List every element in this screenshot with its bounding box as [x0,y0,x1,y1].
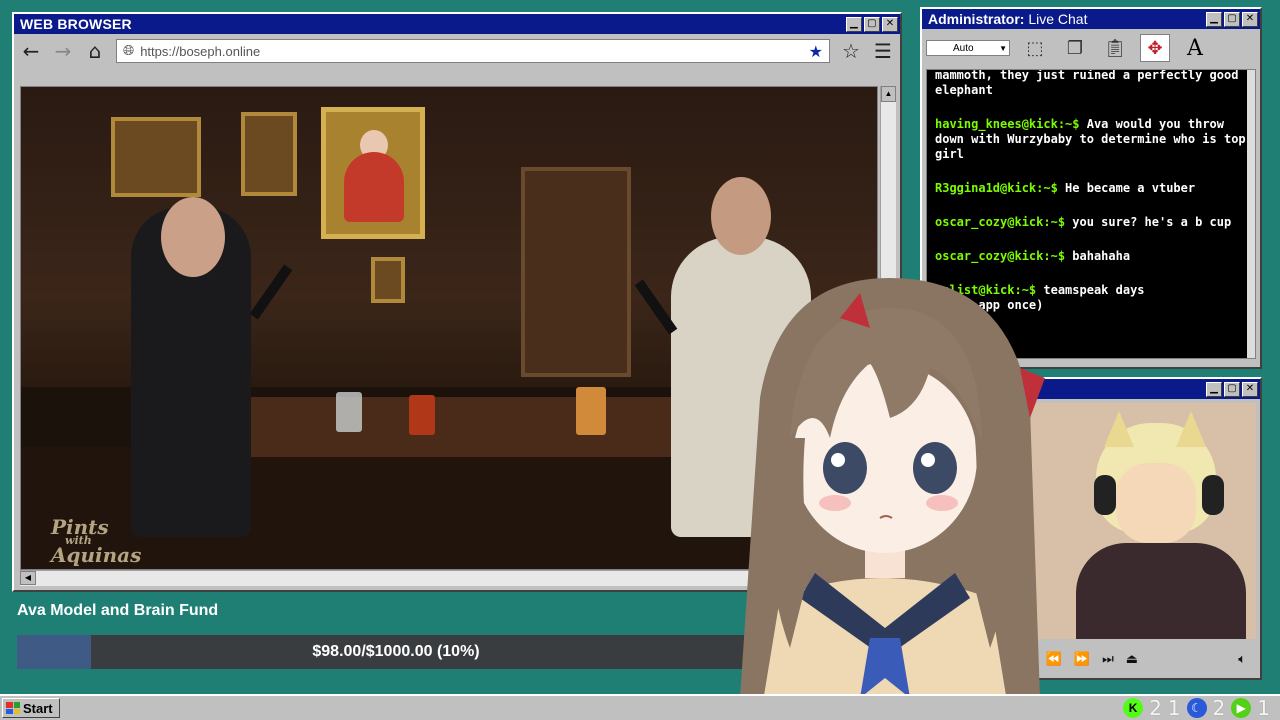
scroll-left-icon[interactable]: ◀ [20,571,36,585]
glass [336,392,362,432]
chat-username[interactable]: R3ggina1d@kick:~$ [935,181,1058,195]
painting-frame [241,112,297,196]
back-arrow-icon[interactable]: ← [20,39,42,63]
chat-toolbar: Auto ▼ ⬚ ❐ 📋︎ ✥ A [922,29,1260,67]
chat-message: oscar_cozy@kick:~$ bahahaha [935,249,1247,264]
anime-girl-avatar [740,278,1045,720]
address-bar[interactable]: 🌐︎ https://boseph.online ★ [116,39,830,63]
system-tray: K 2 1 ☾ 2 ▶ 1 [1123,696,1270,720]
tray-count-play: 1 [1257,696,1270,720]
portrait-painting [321,107,425,239]
navigation-bar: ← → ⌂ 🌐︎ https://boseph.online ★ ☆ ☰ [14,34,900,68]
painting-frame [111,117,201,197]
chat-username[interactable]: having_knees@kick:~$ [935,117,1080,131]
show-watermark: Pints with Aquinas [51,515,142,567]
copy-icon[interactable]: ❐ [1060,34,1090,62]
maximize-button[interactable]: ▢ [864,16,880,32]
maximize-button[interactable]: ▢ [1224,381,1240,397]
table [191,397,751,457]
chat-message: oscar_cozy@kick:~$ you sure? he's a b cu… [935,215,1247,230]
maximize-button[interactable]: ▢ [1224,11,1240,27]
bookmark-star-icon[interactable]: ★ [809,42,823,61]
minimize-button[interactable]: ▁ [1206,381,1222,397]
fast-forward-icon[interactable]: ⏩ [1074,652,1090,667]
start-label: Start [23,700,53,716]
skip-forward-icon[interactable]: ⏭ [1102,652,1114,667]
fund-title: Ava Model and Brain Fund [17,602,219,619]
star-outline-icon[interactable]: ☆ [840,39,862,63]
chat-message: having_knees@kick:~$ Ava would you throw… [935,117,1247,162]
minimize-button[interactable]: ▁ [1206,11,1222,27]
move-icon[interactable]: ✥ [1140,34,1170,62]
url-text[interactable]: https://boseph.online [140,44,802,59]
hamburger-menu-icon[interactable]: ☰ [872,39,894,63]
chat-message: mammoth, they just ruined a perfectly go… [935,69,1247,98]
chat-message-text: mammoth, they just ruined a perfectly go… [935,69,1239,97]
kick-icon[interactable]: K [1123,698,1144,718]
chat-message-text: you sure? he's a b cup [1065,215,1232,229]
browser-title: WEB BROWSER [20,16,132,32]
chat-username[interactable]: oscar_cozy@kick:~$ [935,249,1065,263]
home-icon[interactable]: ⌂ [84,39,106,63]
font-icon[interactable]: A [1180,34,1210,62]
forward-arrow-icon[interactable]: → [52,39,74,63]
bookshelf [521,167,631,377]
tray-count-moon: 2 [1212,696,1226,720]
dropdown-arrow-icon: ▼ [999,43,1007,53]
glass [409,395,435,435]
host-person [131,197,251,537]
volume-icon[interactable]: 🔈︎ [1238,652,1246,667]
globe-icon: 🌐︎ [123,43,135,59]
fund-progress-bar: $98.00/$1000.00 (10%) [17,635,775,669]
zoom-select[interactable]: Auto ▼ [926,40,1010,56]
chat-message-text: teamspeak days [1036,283,1145,297]
close-button[interactable]: ✕ [882,16,898,32]
small-painting [371,257,405,303]
chat-scrollbar[interactable] [1247,70,1255,358]
eject-icon[interactable]: ⏏ [1126,652,1138,667]
play-icon[interactable]: ▶ [1231,698,1252,718]
select-region-icon[interactable]: ⬚ [1020,34,1050,62]
paste-icon[interactable]: 📋︎ [1100,34,1130,62]
chat-message-text: bahahaha [1065,249,1131,263]
chat-message: R3ggina1d@kick:~$ He became a vtuber [935,181,1247,196]
windows-logo-icon [6,702,20,714]
moon-icon[interactable]: ☾ [1186,698,1207,718]
scroll-up-icon[interactable]: ▲ [881,86,896,102]
taskbar: Start K 2 1 ☾ 2 ▶ 1 [0,694,1280,720]
chat-title: Administrator: Live Chat [928,11,1088,27]
close-button[interactable]: ✕ [1242,11,1258,27]
fund-progress-text: $98.00/$1000.00 (10%) [312,643,480,660]
chat-username[interactable]: oscar_cozy@kick:~$ [935,215,1065,229]
minimize-button[interactable]: ▁ [846,16,862,32]
catboy-avatar-image [1016,403,1256,639]
chat-message-text: He became a vtuber [1057,181,1196,195]
close-button[interactable]: ✕ [1242,381,1258,397]
tray-count-secondary: 1 [1167,696,1181,720]
browser-titlebar[interactable]: WEB BROWSER ▁ ▢ ✕ [14,14,900,34]
chat-titlebar[interactable]: Administrator: Live Chat ▁ ▢ ✕ [922,9,1260,29]
glass [576,387,606,435]
start-button[interactable]: Start [2,698,60,718]
tray-count-kick: 2 [1149,696,1162,720]
media-controls: ⏮ ⏪ ⏩ ⏭ ⏏ 🔈︎ [1016,645,1256,673]
